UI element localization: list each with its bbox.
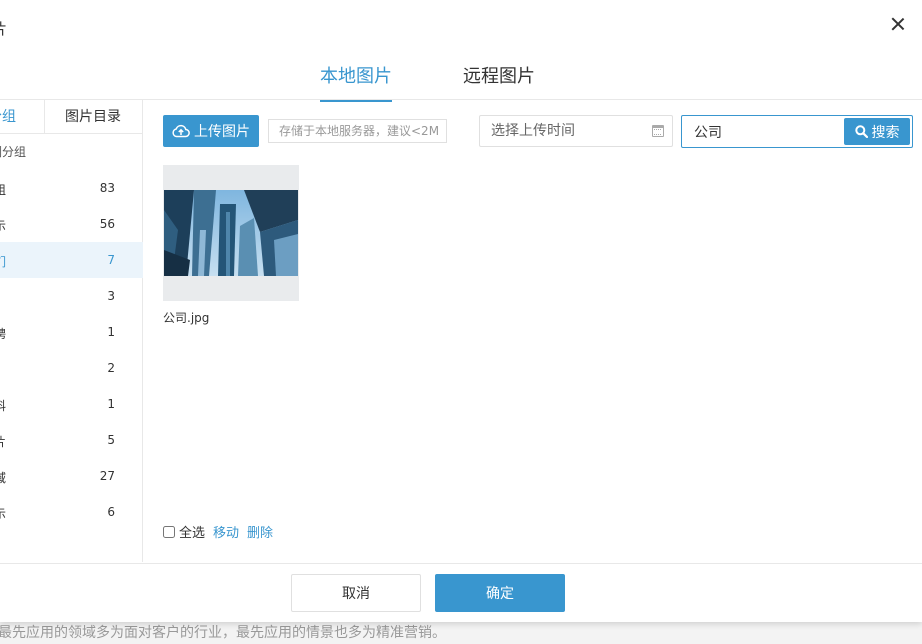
cloud-upload-icon (172, 124, 190, 138)
group-item[interactable]: 组 83 (0, 170, 143, 206)
search-icon (854, 125, 868, 138)
search-input[interactable] (694, 116, 844, 147)
upload-label: 上传图片 (194, 124, 250, 140)
confirm-button[interactable]: 确定 (435, 574, 565, 612)
group-count: 27 (99, 469, 115, 483)
group-header[interactable]: 刷分组 (0, 143, 26, 160)
close-icon[interactable] (888, 14, 908, 34)
group-count: 56 (99, 217, 115, 231)
group-item-active[interactable]: 们7 (0, 242, 143, 278)
group-item[interactable]: 示6 (0, 494, 143, 530)
search-button[interactable]: 搜索 (844, 118, 910, 145)
tab-local-images[interactable]: 本地图片 (320, 62, 392, 102)
image-thumbnail[interactable] (163, 165, 299, 301)
group-name: 片 (0, 435, 7, 449)
search-box: 搜索 (681, 115, 913, 148)
group-item[interactable]: 片5 (0, 422, 143, 458)
dialog-title: 片 (0, 18, 7, 39)
group-count: 3 (107, 289, 115, 303)
background-page-text: 最先应用的领域多为面对客户的行业，最先应用的情景也多为精准营销。 (0, 625, 446, 641)
move-link[interactable]: 移动 (213, 522, 239, 541)
upload-hint-tooltip: 存储于本地服务器，建议<2M (268, 119, 447, 143)
group-item[interactable]: 2 (0, 350, 143, 386)
city-skyline-image (164, 190, 298, 276)
image-filename: 公司.jpg (163, 311, 210, 325)
group-item[interactable]: 聘1 (0, 314, 143, 350)
group-item[interactable]: 域 27 (0, 458, 143, 494)
group-count: 2 (107, 361, 115, 375)
group-count: 5 (107, 433, 115, 447)
calendar-icon (652, 125, 664, 137)
group-count: 1 (107, 325, 115, 339)
sidebar-tab-divider (44, 100, 45, 134)
bottom-actions: 全选 移动 删除 (163, 522, 273, 541)
group-name: 示 (0, 219, 7, 233)
main-tabs: 本地图片 远程图片 (0, 62, 922, 102)
group-name: 聘 (0, 327, 7, 341)
group-name: 示 (0, 507, 7, 521)
group-count: 83 (99, 181, 115, 195)
upload-date-picker[interactable]: 选择上传时间 (479, 115, 673, 147)
delete-link[interactable]: 删除 (247, 522, 273, 541)
group-item[interactable]: 科1 (0, 386, 143, 422)
sidebar: 分组 图片目录 刷分组 组83 示56 们7 3 聘1 2 科1 片5 域27 … (0, 99, 143, 562)
group-item[interactable]: 3 (0, 278, 143, 314)
group-count: 7 (107, 253, 115, 267)
group-count: 1 (107, 397, 115, 411)
group-name: 域 (0, 471, 7, 485)
group-name: 组 (0, 183, 7, 197)
image-picker-dialog: 片 本地图片 远程图片 分组 图片目录 刷分组 组83 示56 们7 3 聘1 … (0, 0, 922, 622)
content-divider (143, 99, 922, 100)
sidebar-tab-groups[interactable]: 分组 (0, 106, 16, 126)
group-item[interactable]: 示 56 (0, 206, 143, 242)
group-count: 6 (107, 505, 115, 519)
upload-image-button[interactable]: 上传图片 (163, 115, 259, 147)
sidebar-tabs: 分组 图片目录 (0, 100, 142, 134)
date-placeholder: 选择上传时间 (491, 123, 575, 139)
tab-remote-images[interactable]: 远程图片 (463, 62, 535, 100)
group-list: 组 83 示 56 们7 3 聘1 2 科1 片5 域 27 示6 (0, 170, 143, 530)
dialog-footer: 取消 确定 (0, 563, 922, 622)
cancel-button[interactable]: 取消 (291, 574, 421, 612)
select-all-checkbox[interactable] (163, 525, 175, 538)
search-label: 搜索 (871, 124, 900, 141)
select-all-label[interactable]: 全选 (179, 522, 205, 541)
group-name: 科 (0, 399, 7, 413)
sidebar-tab-directory[interactable]: 图片目录 (65, 106, 121, 126)
group-name: 们 (0, 255, 7, 269)
